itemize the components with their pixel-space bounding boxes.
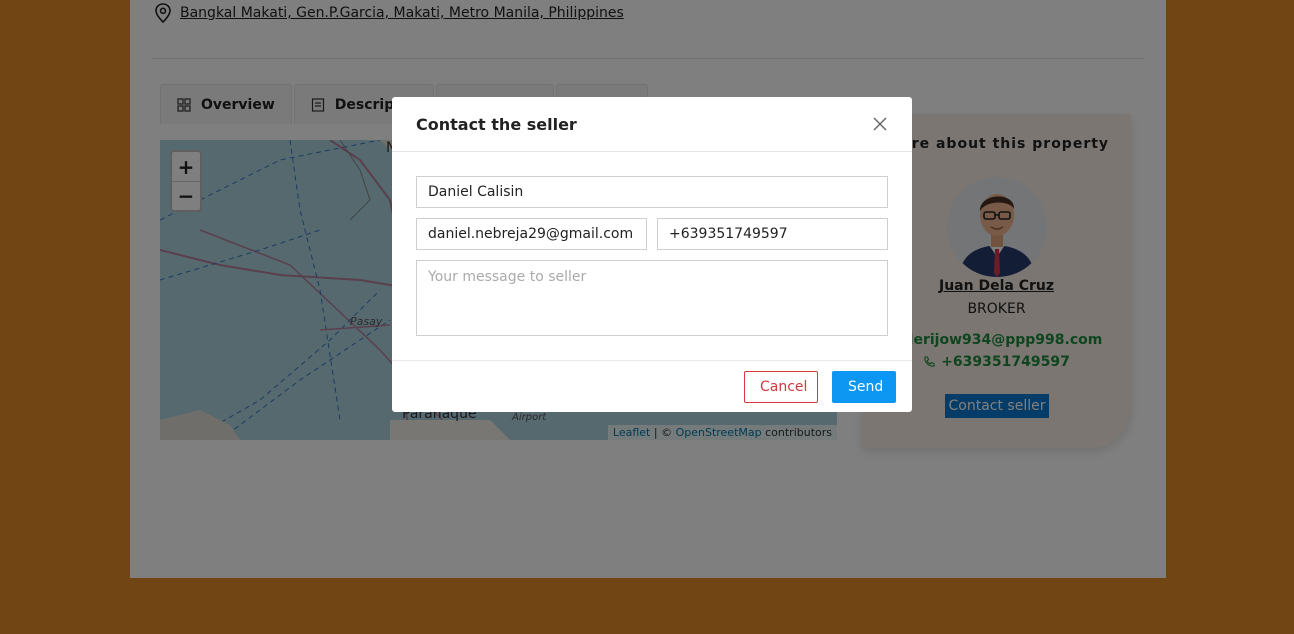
email-field[interactable]: [416, 218, 647, 250]
modal-footer: Cancel Send: [392, 360, 912, 412]
message-field[interactable]: [416, 260, 888, 336]
cancel-button[interactable]: Cancel: [744, 370, 818, 403]
contact-fields-row: [416, 218, 888, 250]
send-button[interactable]: Send: [832, 370, 896, 403]
close-icon[interactable]: [872, 116, 888, 132]
contact-seller-modal: Contact the seller Cancel Send: [392, 97, 912, 412]
phone-field[interactable]: [657, 218, 888, 250]
modal-body: [392, 152, 912, 336]
name-field[interactable]: [416, 176, 888, 208]
modal-header: Contact the seller: [392, 97, 912, 152]
modal-title: Contact the seller: [416, 114, 577, 134]
